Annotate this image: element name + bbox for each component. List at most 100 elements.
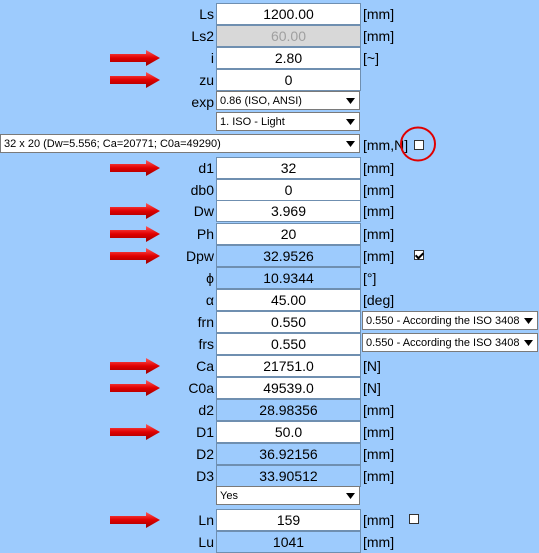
row-ls2: Ls2 60.00 [mm] <box>0 25 539 47</box>
chevron-down-icon[interactable] <box>520 334 537 351</box>
yes-select[interactable]: Yes <box>216 486 360 505</box>
ln-override-checkbox[interactable] <box>409 514 419 524</box>
row-D3: D3 33.90512 [mm] <box>0 465 539 487</box>
zu-input[interactable]: 0 <box>216 69 361 91</box>
d2-label: d2 <box>198 402 214 418</box>
D2-unit: [mm] <box>363 446 395 462</box>
row-size: 32 x 20 (Dw=5.556; Ca=20771; C0a=49290) … <box>0 126 539 162</box>
c0a-label: C0a <box>188 380 214 396</box>
alpha-label: α <box>205 292 214 308</box>
db0-input[interactable]: 0 <box>216 179 361 201</box>
row-yes: Yes <box>0 486 539 508</box>
lu-unit: [mm] <box>363 534 395 550</box>
ca-label: Ca <box>196 358 214 374</box>
row-phi: ϕ 10.9344 [°] <box>0 267 539 289</box>
phi-unit: [°] <box>363 270 377 286</box>
ca-input[interactable]: 21751.0 <box>216 355 361 377</box>
row-alpha: α 45.00 [deg] <box>0 289 539 311</box>
row-ph: Ph 20 [mm] <box>0 223 539 245</box>
row-series: 1. ISO - Light <box>0 112 539 134</box>
row-exp: exp 0.86 (ISO, ANSI) <box>0 91 539 113</box>
c0a-input[interactable]: 49539.0 <box>216 377 361 399</box>
row-ca: Ca 21751.0 [N] <box>0 355 539 377</box>
frn-select[interactable]: 0.550 - According the ISO 3408 <box>362 311 538 330</box>
ls-label: Ls <box>199 6 214 22</box>
row-ls: Ls 1200.00 [mm] <box>0 3 539 25</box>
dpw-input: 32.9526 <box>216 245 361 267</box>
i-label: i <box>210 50 214 66</box>
frn-input[interactable]: 0.550 <box>216 311 361 333</box>
i-unit: [~] <box>363 50 379 66</box>
frs-select-value: 0.550 - According the ISO 3408 <box>366 337 520 349</box>
size-select-value: 32 x 20 (Dw=5.556; Ca=20771; C0a=49290) <box>4 138 221 150</box>
ln-input[interactable]: 159 <box>216 509 361 531</box>
ls-unit: [mm] <box>363 6 395 22</box>
chevron-down-icon[interactable] <box>342 113 359 130</box>
row-D1: D1 50.0 [mm] <box>0 421 539 443</box>
d2-input: 28.98356 <box>216 399 361 421</box>
alpha-unit: [deg] <box>363 292 395 308</box>
c0a-unit: [N] <box>363 380 381 396</box>
row-d1: d1 32 [mm] <box>0 157 539 179</box>
row-c0a: C0a 49539.0 [N] <box>0 377 539 399</box>
lu-label: Lu <box>198 534 214 550</box>
chevron-down-icon[interactable] <box>342 92 359 109</box>
ls-input[interactable]: 1200.00 <box>216 3 361 25</box>
D1-input[interactable]: 50.0 <box>216 421 361 443</box>
dpw-unit: [mm] <box>363 248 395 264</box>
row-zu: zu 0 <box>0 69 539 91</box>
db0-label: db0 <box>190 182 214 198</box>
lu-input: 1041 <box>216 531 361 553</box>
i-input[interactable]: 2.80 <box>216 47 361 69</box>
exp-label: exp <box>191 94 214 110</box>
exp-select[interactable]: 0.86 (ISO, ANSI) <box>216 91 360 110</box>
dw-unit: [mm] <box>363 203 395 219</box>
alpha-input[interactable]: 45.00 <box>216 289 361 311</box>
dw-label: Dw <box>193 203 214 219</box>
frn-label: frn <box>197 314 214 330</box>
ln-unit: [mm] <box>363 512 395 528</box>
row-i: i 2.80 [~] <box>0 47 539 69</box>
row-ln: Ln 159 [mm] <box>0 509 539 531</box>
ls2-label: Ls2 <box>191 28 214 44</box>
row-frn: frn 0.550 0.550 - According the ISO 3408 <box>0 311 539 333</box>
D2-input: 36.92156 <box>216 443 361 465</box>
ph-input[interactable]: 20 <box>216 223 361 245</box>
row-db0: db0 0 [mm] <box>0 179 539 201</box>
dpw-label: Dpw <box>185 248 214 264</box>
size-select[interactable]: 32 x 20 (Dw=5.556; Ca=20771; C0a=49290) <box>0 134 360 153</box>
row-lu: Lu 1041 [mm] <box>0 531 539 553</box>
dw-input[interactable]: 3.969 <box>216 200 361 222</box>
chevron-down-icon[interactable] <box>342 135 359 152</box>
row-frs: frs 0.550 0.550 - According the ISO 3408 <box>0 333 539 355</box>
frn-select-value: 0.550 - According the ISO 3408 <box>366 315 520 327</box>
D3-unit: [mm] <box>363 468 395 484</box>
d1-input[interactable]: 32 <box>216 157 361 179</box>
frs-select[interactable]: 0.550 - According the ISO 3408 <box>362 333 538 352</box>
d1-label: d1 <box>198 160 214 176</box>
chevron-down-icon[interactable] <box>520 312 537 329</box>
D2-label: D2 <box>196 446 214 462</box>
dpw-override-checkbox[interactable] <box>414 250 424 260</box>
phi-label: ϕ <box>206 270 214 286</box>
ph-unit: [mm] <box>363 226 395 242</box>
d2-unit: [mm] <box>363 402 395 418</box>
ln-label: Ln <box>198 512 214 528</box>
ls2-unit: [mm] <box>363 28 395 44</box>
row-dw: Dw 3.969 [mm] <box>0 200 539 222</box>
ca-unit: [N] <box>363 358 381 374</box>
ph-label: Ph <box>196 226 214 242</box>
series-select[interactable]: 1. ISO - Light <box>216 112 360 131</box>
frs-label: frs <box>198 336 214 352</box>
exp-select-value: 0.86 (ISO, ANSI) <box>220 95 302 107</box>
zu-label: zu <box>199 72 214 88</box>
row-dpw: Dpw 32.9526 [mm] <box>0 245 539 267</box>
chevron-down-icon[interactable] <box>342 487 359 504</box>
D1-unit: [mm] <box>363 424 395 440</box>
db0-unit: [mm] <box>363 182 395 198</box>
phi-input: 10.9344 <box>216 267 361 289</box>
frs-input[interactable]: 0.550 <box>216 333 361 355</box>
d1-unit: [mm] <box>363 160 395 176</box>
yes-select-value: Yes <box>220 490 238 502</box>
D3-label: D3 <box>196 468 214 484</box>
